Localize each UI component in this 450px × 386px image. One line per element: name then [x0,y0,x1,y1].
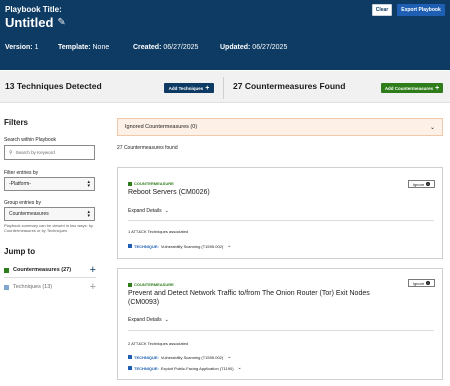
plus-icon[interactable]: + [90,282,96,293]
technique-row[interactable]: TECHNIQUE: Exploit Public-Facing Applica… [128,365,242,371]
filters-title: Filters [4,118,29,127]
countermeasure-card: COUNTERMEASURE Reboot Servers (CM0026) I… [117,167,443,259]
group-label: Group entries by [4,200,41,206]
countermeasure-name: Prevent and Detect Network Traffic to/fr… [128,290,370,306]
playbook-title-text: Untitled [5,15,54,30]
jump-countermeasures[interactable]: Countermeasures (27) + [4,265,96,276]
plus-icon[interactable]: + [90,265,96,276]
green-square-icon [4,267,9,273]
jump-to-title: Jump to [4,247,36,256]
updown-chevron-icon: ▴ ▾ [87,209,90,219]
expand-details-toggle[interactable]: Expand Details ⌄ [128,208,169,214]
chevron-down-icon: ⌄ [164,208,169,214]
version-meta: Version: 1 [5,44,39,51]
green-square-icon [128,282,132,287]
ignored-countermeasures-accordion[interactable]: Ignored Countermeasures (0) ⌄ [117,118,443,136]
countermeasure-tag: COUNTERMEASURE [128,181,174,186]
jump-countermeasures-label: Countermeasures (27) [13,267,72,273]
ignore-button[interactable]: Ignore × [408,180,435,188]
associated-count: 1 ATT&CK Techniques associated [128,229,189,234]
expand-details-toggle[interactable]: Expand Details ⌄ [128,317,169,323]
clear-button[interactable]: Clear [372,4,392,16]
blue-square-icon [128,355,132,359]
updown-chevron-icon: ▴ ▾ [87,179,90,189]
plus-icon: + [435,84,440,92]
chevron-down-icon: ⌄ [227,243,232,249]
ignored-countermeasures-label: Ignored Countermeasures (0) [125,124,198,130]
plus-icon: + [205,84,210,92]
jump-techniques-label: Techniques (13) [13,284,53,290]
chevron-down-icon: ⌄ [227,354,232,360]
countermeasure-name: Reboot Servers (CM0026) [128,189,210,196]
group-select[interactable]: Countermeasures ▴ ▾ [4,207,95,221]
group-note: Playbook summary can be viewed in two wa… [4,223,93,233]
created-meta: Created: 06/27/2025 [133,44,199,51]
group-select-value: Countermeasures [9,211,49,217]
countermeasure-card: COUNTERMEASURE Prevent and Detect Networ… [117,268,443,380]
pencil-icon[interactable]: ✎ [57,17,65,28]
search-label: Search within Playbook [4,137,56,143]
platform-select[interactable]: -Platform- ▴ ▾ [4,177,95,191]
summary-bar: 13 Techniques Detected Add Techniques + 2… [0,71,450,103]
techniques-detected-title: 13 Techniques Detected [5,81,102,91]
green-square-icon [128,181,132,186]
add-techniques-button[interactable]: Add Techniques + [164,83,214,93]
jump-divider [4,277,96,278]
export-playbook-button[interactable]: Export Playbook [397,4,445,16]
technique-row[interactable]: TECHNIQUE: Vulnerability Scanning (T1595… [128,354,231,360]
playbook-title: Untitled ✎ [5,15,66,30]
chevron-down-icon: ⌄ [237,365,242,371]
technique-row[interactable]: TECHNIQUE: Vulnerability Scanning (T1595… [128,243,231,249]
platform-select-value: -Platform- [9,181,31,187]
search-placeholder: Search by Keyword [15,150,55,155]
template-meta: Template: None [58,44,110,51]
chevron-down-icon: ⌄ [429,124,435,131]
card-divider [128,330,434,331]
card-divider [128,220,434,221]
countermeasures-found-title: 27 Countermeasures Found [233,81,346,91]
jump-techniques[interactable]: Techniques (13) + [4,282,96,293]
chevron-down-icon: ⌄ [164,317,169,323]
filter-label: Filter entries by [4,170,39,176]
blue-square-icon [4,284,9,290]
ignore-button[interactable]: Ignore × [408,279,435,287]
playbook-title-label: Playbook Title: [5,5,62,14]
blue-square-icon [128,244,132,248]
countermeasures-found-count: 27 Countermeasures found [117,145,178,151]
playbook-header: Playbook Title: Untitled ✎ Clear Export … [0,0,450,70]
add-countermeasures-button[interactable]: Add Countermeasures + [381,83,443,93]
search-icon: ⚲ [9,149,13,156]
summary-divider [223,77,224,99]
blue-square-icon [128,366,132,370]
associated-count: 2 ATT&CK Techniques associated [128,341,189,346]
countermeasure-tag: COUNTERMEASURE [128,282,174,287]
updated-meta: Updated: 06/27/2025 [220,44,288,51]
close-circle-icon: × [426,281,431,285]
close-circle-icon: × [426,182,431,186]
search-input[interactable]: ⚲ Search by Keyword [4,145,95,160]
